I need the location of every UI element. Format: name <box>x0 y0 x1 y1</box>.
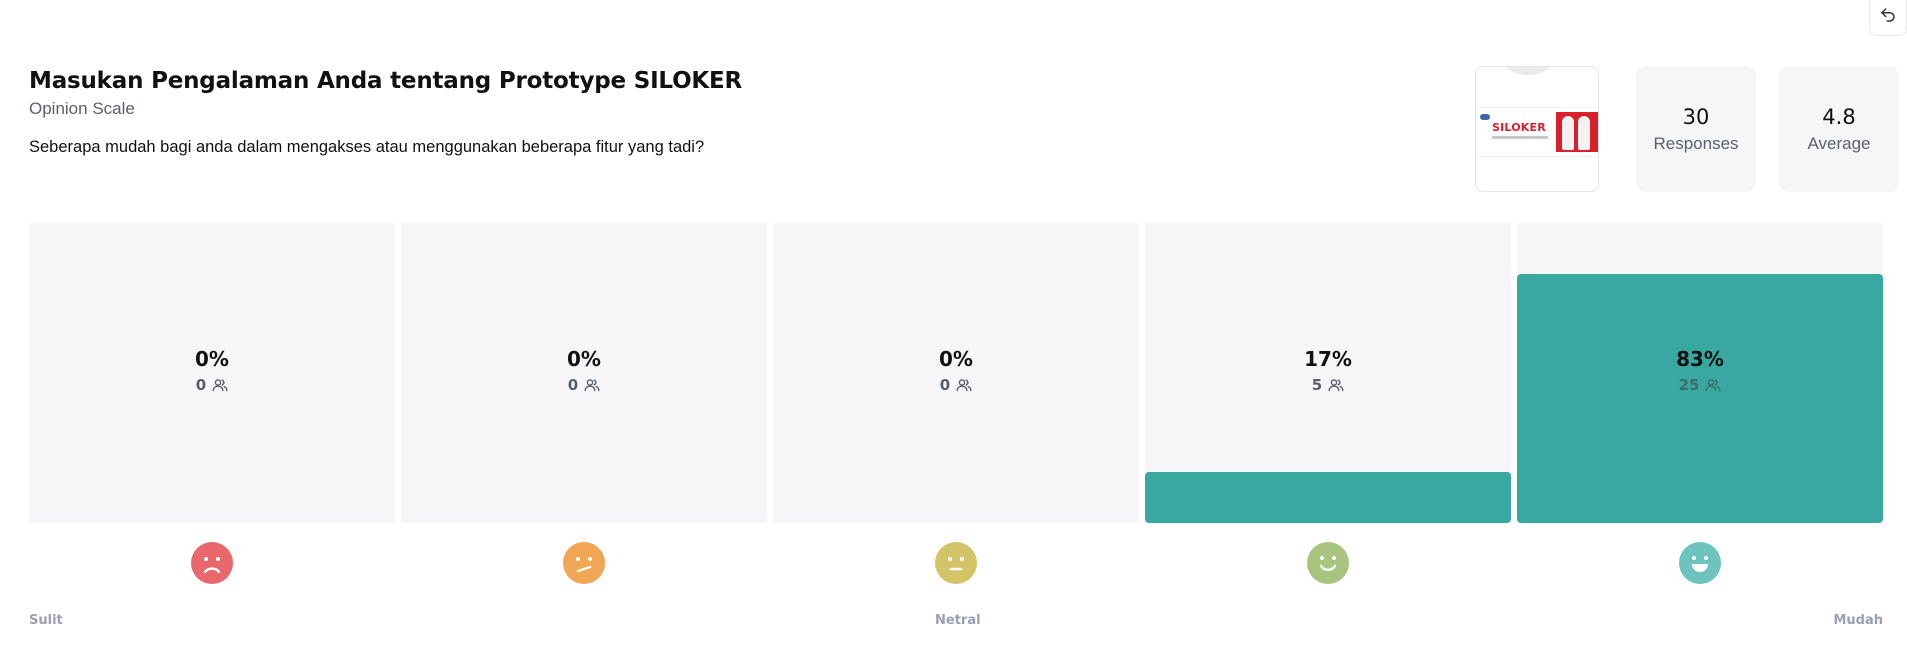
average-label: Average <box>1807 134 1871 153</box>
bar-count: 0 <box>939 376 951 394</box>
bar-percentage: 0% <box>939 347 973 371</box>
question-text: Seberapa mudah bagi anda dalam mengakses… <box>29 138 705 156</box>
scale-label-mid: Netral <box>935 613 981 628</box>
average-value: 4.8 <box>1822 105 1856 129</box>
thumbnail-brand-text: SILOKER <box>1492 121 1546 134</box>
people-icon <box>212 378 228 392</box>
average-stat-card: 4.8 Average <box>1779 66 1899 192</box>
bar-count: 25 <box>1678 376 1700 394</box>
unsure-face-icon <box>563 542 605 584</box>
person-figure-icon <box>1578 116 1590 150</box>
scale-bar-2: 0% 0 <box>401 223 767 523</box>
responses-label: Responses <box>1653 134 1739 153</box>
scale-bar-4: 17% 5 <box>1145 223 1511 523</box>
scale-bar-3: 0% 0 <box>773 223 1139 523</box>
page-title: Masukan Pengalaman Anda tentang Prototyp… <box>29 68 743 94</box>
bar-count: 0 <box>195 376 207 394</box>
responses-count: 30 <box>1682 105 1710 129</box>
thumbnail-subtitle-line <box>1492 136 1548 139</box>
question-header: Masukan Pengalaman Anda tentang Prototyp… <box>29 66 1429 158</box>
question-type: Opinion Scale <box>29 99 135 118</box>
smile-face-icon <box>1307 542 1349 584</box>
logo-icon <box>1480 114 1490 120</box>
bar-count: 5 <box>1311 376 1323 394</box>
responses-stat-card: 30 Responses <box>1636 66 1756 192</box>
question-image-thumbnail[interactable]: SILOKER <box>1475 66 1599 192</box>
people-icon <box>1705 378 1721 392</box>
opinion-scale-chart: 0% 0 0% 0 0% 0 17% 5 83% 25 <box>29 223 1883 523</box>
sad-face-icon <box>191 542 233 584</box>
grin-face-icon <box>1679 542 1721 584</box>
person-figure-icon <box>1562 116 1574 150</box>
thumbnail-decoration <box>1506 67 1550 75</box>
people-icon <box>956 378 972 392</box>
bar-percentage: 0% <box>195 347 229 371</box>
bar-fill <box>1145 472 1511 523</box>
people-icon <box>584 378 600 392</box>
back-button[interactable] <box>1869 0 1907 36</box>
people-icon <box>1328 378 1344 392</box>
scale-label-low: Sulit <box>29 613 63 628</box>
bar-percentage: 17% <box>1304 347 1352 371</box>
bar-percentage: 0% <box>567 347 601 371</box>
undo-arrow-icon <box>1879 6 1897 29</box>
bar-percentage: 83% <box>1676 347 1724 371</box>
neutral-face-icon <box>935 542 977 584</box>
bar-count: 0 <box>567 376 579 394</box>
bar-fill <box>1517 274 1883 523</box>
scale-bar-1: 0% 0 <box>29 223 395 523</box>
scale-bar-5: 83% 25 <box>1517 223 1883 523</box>
thumbnail-slide: SILOKER <box>1476 107 1598 157</box>
scale-label-high: Mudah <box>1833 613 1883 628</box>
